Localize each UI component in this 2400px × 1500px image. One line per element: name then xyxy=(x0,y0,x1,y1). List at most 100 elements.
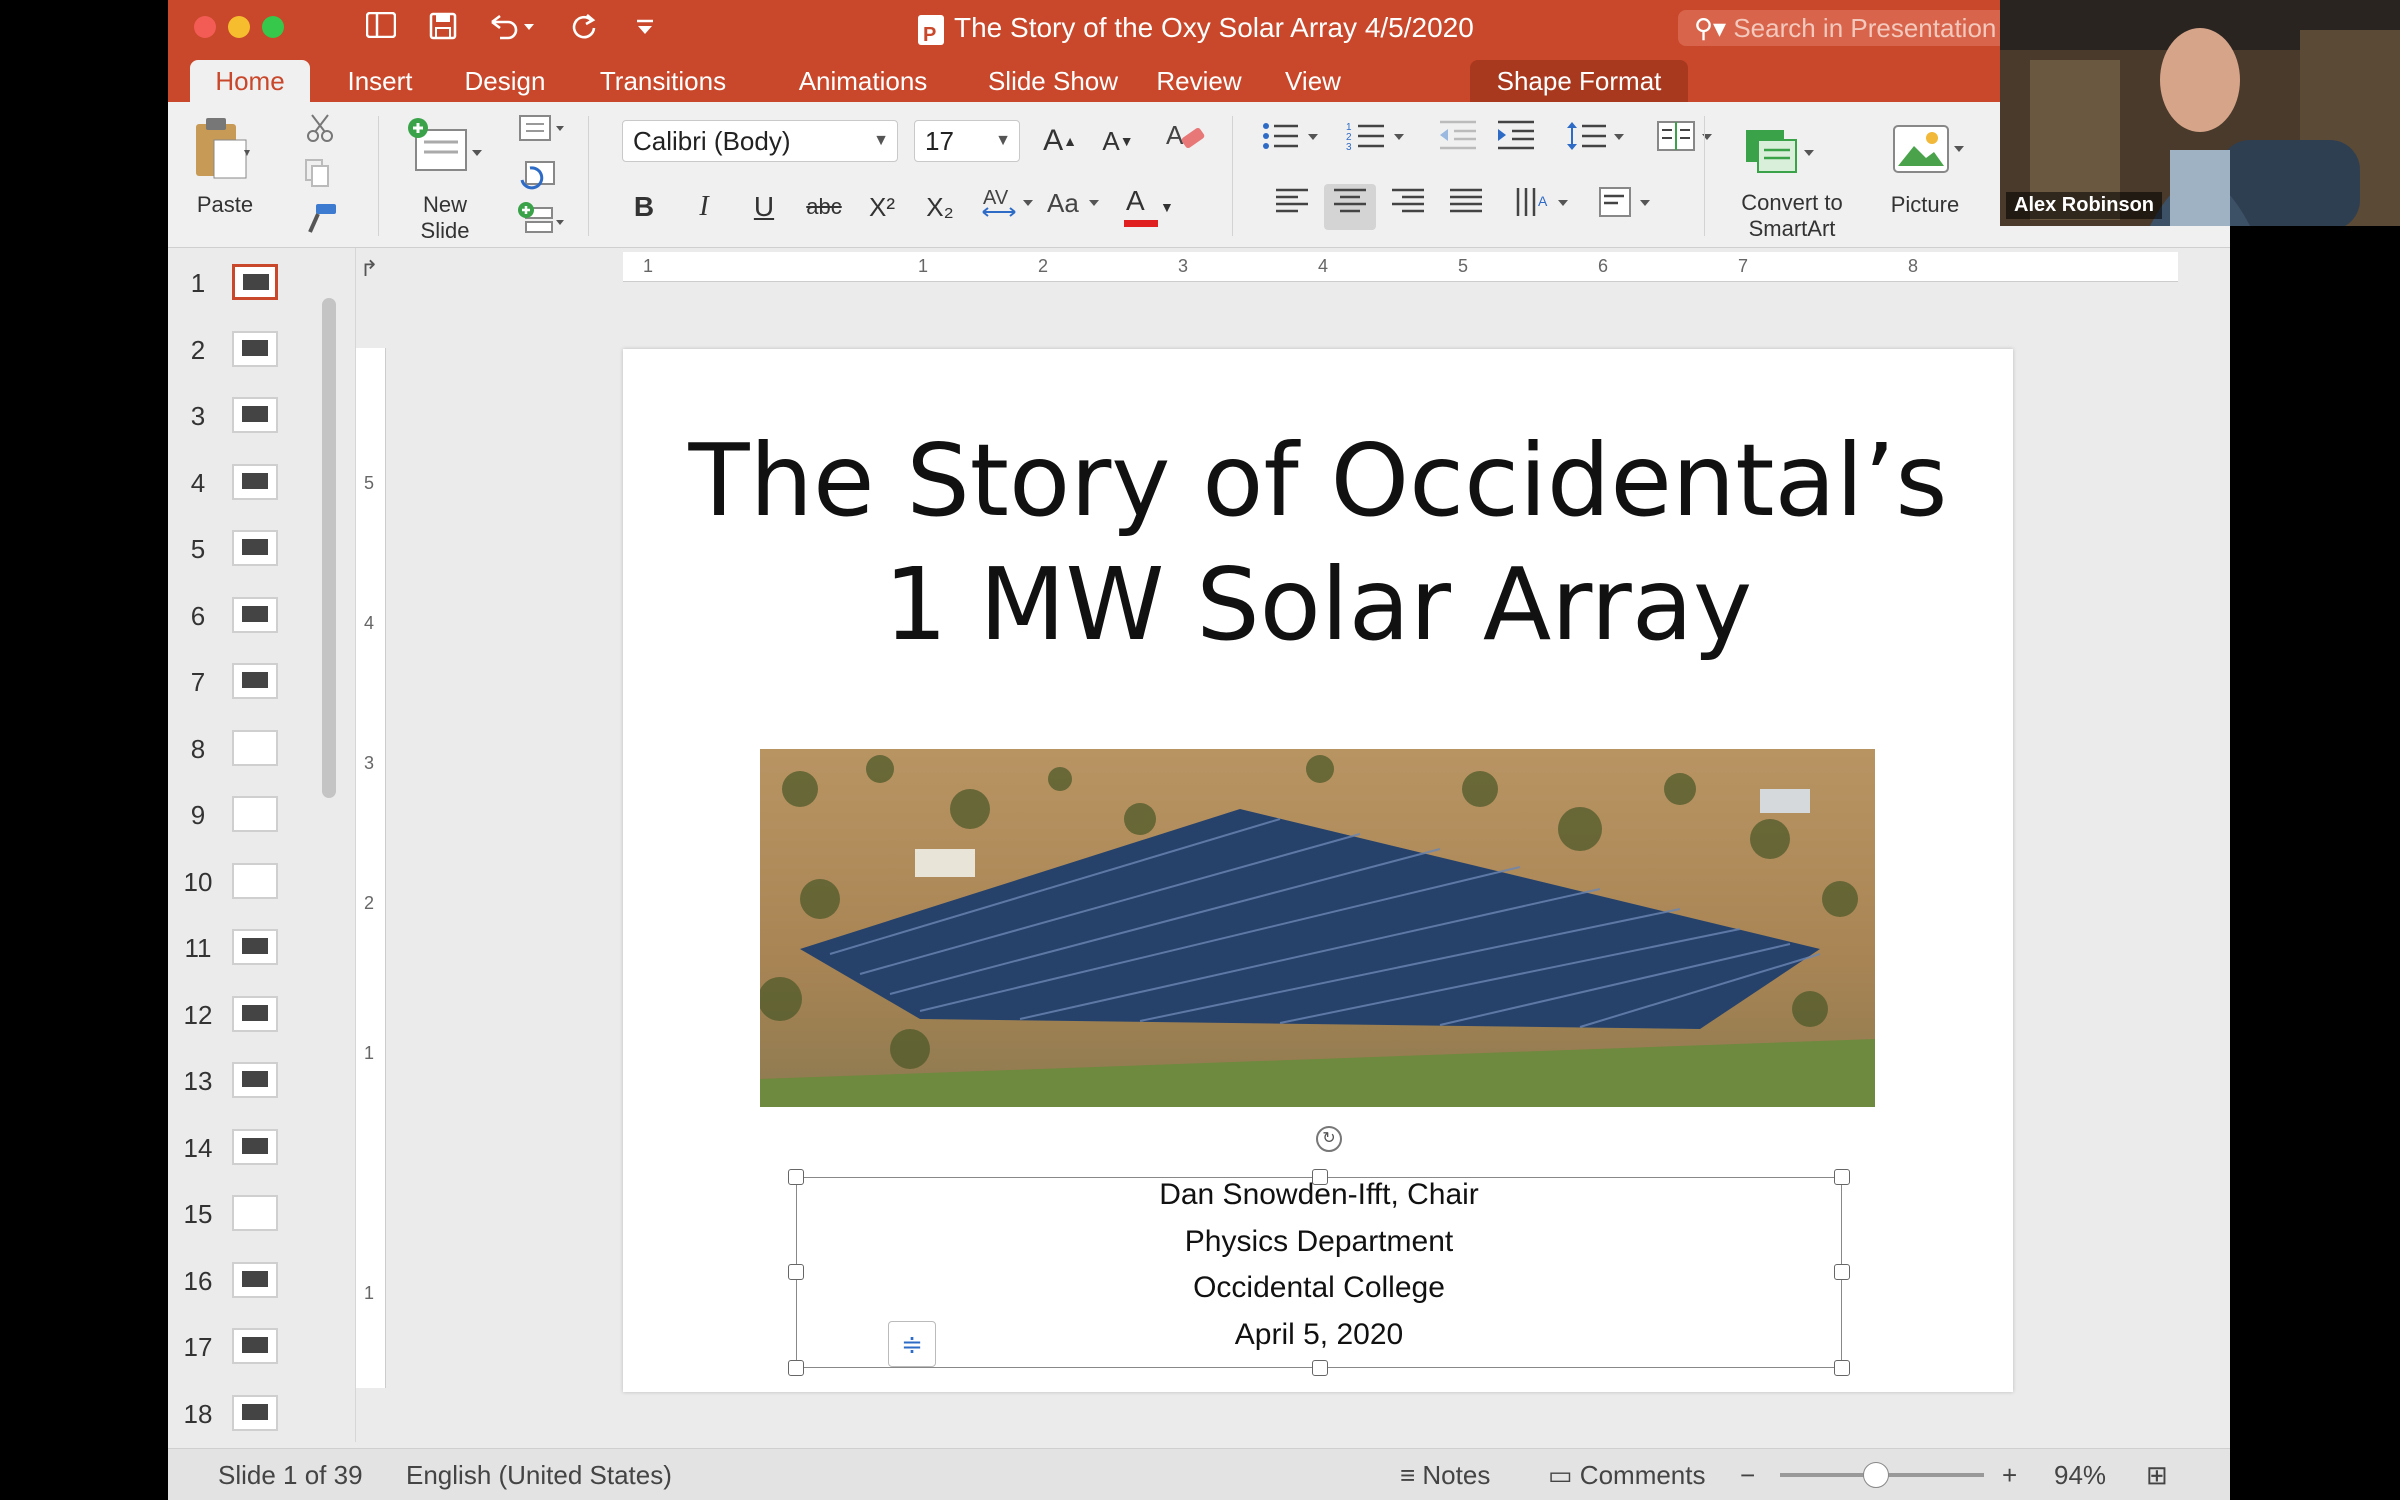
slide-thumbnail[interactable] xyxy=(232,463,278,500)
maximize-window-button[interactable] xyxy=(262,16,284,38)
slide-thumbnail[interactable] xyxy=(232,1128,278,1165)
text-direction-icon[interactable]: A xyxy=(1510,184,1580,230)
reset-slide-icon[interactable] xyxy=(518,158,558,197)
comments-button[interactable]: ▭ Comments xyxy=(1548,1461,1706,1489)
tab-review[interactable]: Review xyxy=(1144,60,1254,102)
tab-transitions[interactable]: Transitions xyxy=(578,60,748,102)
align-center-icon[interactable] xyxy=(1324,184,1376,230)
slide-thumbnail[interactable] xyxy=(232,995,278,1032)
zoom-in-button[interactable]: + xyxy=(2002,1461,2017,1489)
slide-thumbnail[interactable] xyxy=(232,663,278,699)
ribbon-tab-bar: Home Insert Design Transitions Animation… xyxy=(168,56,2230,102)
slide-thumbnail[interactable] xyxy=(232,397,278,433)
line-spacing-icon[interactable] xyxy=(1562,118,1632,164)
minimize-window-button[interactable] xyxy=(228,16,250,38)
redo-icon[interactable] xyxy=(566,12,602,44)
slide-canvas[interactable]: The Story of Occidental’s 1 MW Solar Arr… xyxy=(623,349,2013,1392)
fit-to-window-icon[interactable]: ⊞ xyxy=(2146,1461,2168,1489)
slide-thumbnail[interactable] xyxy=(232,796,278,832)
language-indicator[interactable]: English (United States) xyxy=(406,1461,672,1489)
rotate-handle-icon[interactable]: ↻ xyxy=(1316,1126,1342,1152)
slide-thumbnail[interactable] xyxy=(232,1394,278,1431)
font-name-dropdown[interactable]: Calibri (Body) ▼ xyxy=(622,120,898,162)
slide-thumbnail[interactable] xyxy=(232,264,278,300)
tab-stop-icon[interactable]: ↱ xyxy=(360,256,378,282)
thumbnails-scrollbar[interactable] xyxy=(322,298,336,798)
slide-thumbnail[interactable] xyxy=(232,530,278,566)
tab-slide-show[interactable]: Slide Show xyxy=(978,60,1128,102)
slide-thumbnail[interactable] xyxy=(232,729,278,766)
change-case-icon[interactable]: Aa xyxy=(1042,184,1106,230)
font-size-dropdown[interactable]: 17 ▼ xyxy=(914,120,1020,162)
customize-toolbar-icon[interactable] xyxy=(630,12,660,44)
slide-thumbnail[interactable] xyxy=(232,862,278,899)
increase-font-size-button[interactable]: A▲ xyxy=(1034,118,1086,164)
layout-icon[interactable] xyxy=(518,114,566,149)
smartart-icon[interactable] xyxy=(1738,122,1822,183)
character-spacing-icon[interactable]: AV xyxy=(976,184,1040,230)
new-slide-icon[interactable] xyxy=(406,116,486,187)
save-icon[interactable] xyxy=(425,12,461,44)
zoom-slider[interactable] xyxy=(1780,1462,1984,1488)
underline-button[interactable]: U xyxy=(738,184,790,230)
align-right-icon[interactable] xyxy=(1382,184,1434,230)
ruler-tick-label: 5 xyxy=(1458,256,1469,276)
strikethrough-button[interactable]: abc xyxy=(798,184,850,230)
paste-icon[interactable] xyxy=(192,116,252,187)
solar-array-photo[interactable] xyxy=(760,749,1875,1107)
decrease-font-size-button[interactable]: A▼ xyxy=(1092,118,1144,164)
svg-text:A: A xyxy=(1538,193,1548,209)
search-field[interactable]: ⚲▾ Search in Presentation xyxy=(1678,10,2008,46)
close-window-button[interactable] xyxy=(194,16,216,38)
numbering-icon[interactable]: 123 xyxy=(1344,118,1414,164)
format-painter-icon[interactable] xyxy=(304,202,340,243)
resize-handle[interactable] xyxy=(1312,1360,1328,1376)
tab-home[interactable]: Home xyxy=(190,60,310,102)
slide-thumbnail[interactable] xyxy=(232,330,278,367)
picture-icon[interactable] xyxy=(1888,122,1972,183)
resize-handle[interactable] xyxy=(1834,1360,1850,1376)
resize-handle[interactable] xyxy=(788,1360,804,1376)
clear-formatting-icon[interactable]: A xyxy=(1160,118,1212,164)
slide-thumbnail[interactable] xyxy=(232,1261,278,1298)
subtitle-textbox[interactable]: ↻ Dan Snowden-Ifft, Chair Physics Depart… xyxy=(788,1126,1850,1376)
slide-thumbnail[interactable] xyxy=(232,1062,278,1098)
slide-thumbnail[interactable] xyxy=(232,1328,278,1364)
columns-icon[interactable] xyxy=(1654,118,1720,164)
tab-shape-format[interactable]: Shape Format xyxy=(1470,60,1688,102)
increase-indent-icon[interactable] xyxy=(1490,118,1542,164)
tab-design[interactable]: Design xyxy=(450,60,560,102)
cut-icon[interactable] xyxy=(304,112,336,149)
document-title: The Story of the Oxy Solar Array 4/5/202… xyxy=(918,10,1474,53)
align-left-icon[interactable] xyxy=(1266,184,1318,230)
slide-thumbnail[interactable] xyxy=(232,1195,278,1231)
italic-button[interactable]: I xyxy=(678,184,730,230)
slide-title[interactable]: The Story of Occidental’s 1 MW Solar Arr… xyxy=(623,419,2013,667)
sidebar-toggle-icon[interactable] xyxy=(363,11,399,44)
bold-button[interactable]: B xyxy=(618,184,670,230)
subscript-button[interactable]: X₂ xyxy=(914,184,966,230)
convert-smartart-label: Convert to SmartArt xyxy=(1741,190,1843,241)
search-placeholder: Search in Presentation xyxy=(1733,13,1997,43)
zoom-slider-thumb[interactable] xyxy=(1862,1462,1889,1488)
align-text-icon[interactable] xyxy=(1594,184,1664,230)
notes-button[interactable]: ≡ Notes xyxy=(1400,1461,1490,1489)
document-title-text: The Story of the Oxy Solar Array 4/5/202… xyxy=(954,12,1474,43)
autofit-options-icon[interactable]: ≑ xyxy=(888,1321,936,1367)
justify-icon[interactable] xyxy=(1440,184,1492,230)
decrease-indent-icon[interactable] xyxy=(1432,118,1484,164)
bullets-icon[interactable] xyxy=(1258,118,1328,164)
copy-icon[interactable] xyxy=(304,158,344,193)
slide-thumbnail[interactable] xyxy=(232,929,278,965)
tab-view[interactable]: View xyxy=(1268,60,1358,102)
tab-insert[interactable]: Insert xyxy=(330,60,430,102)
superscript-button[interactable]: X² xyxy=(856,184,908,230)
thumbnail-preview xyxy=(242,605,268,622)
slide-thumbnail[interactable] xyxy=(232,596,278,633)
font-color-button[interactable]: A ▼ xyxy=(1116,184,1176,230)
zoom-level[interactable]: 94% xyxy=(2054,1461,2106,1489)
section-icon[interactable] xyxy=(518,202,566,241)
undo-icon[interactable] xyxy=(486,12,536,44)
tab-animations[interactable]: Animations xyxy=(768,60,958,102)
zoom-out-button[interactable]: − xyxy=(1740,1461,1755,1489)
